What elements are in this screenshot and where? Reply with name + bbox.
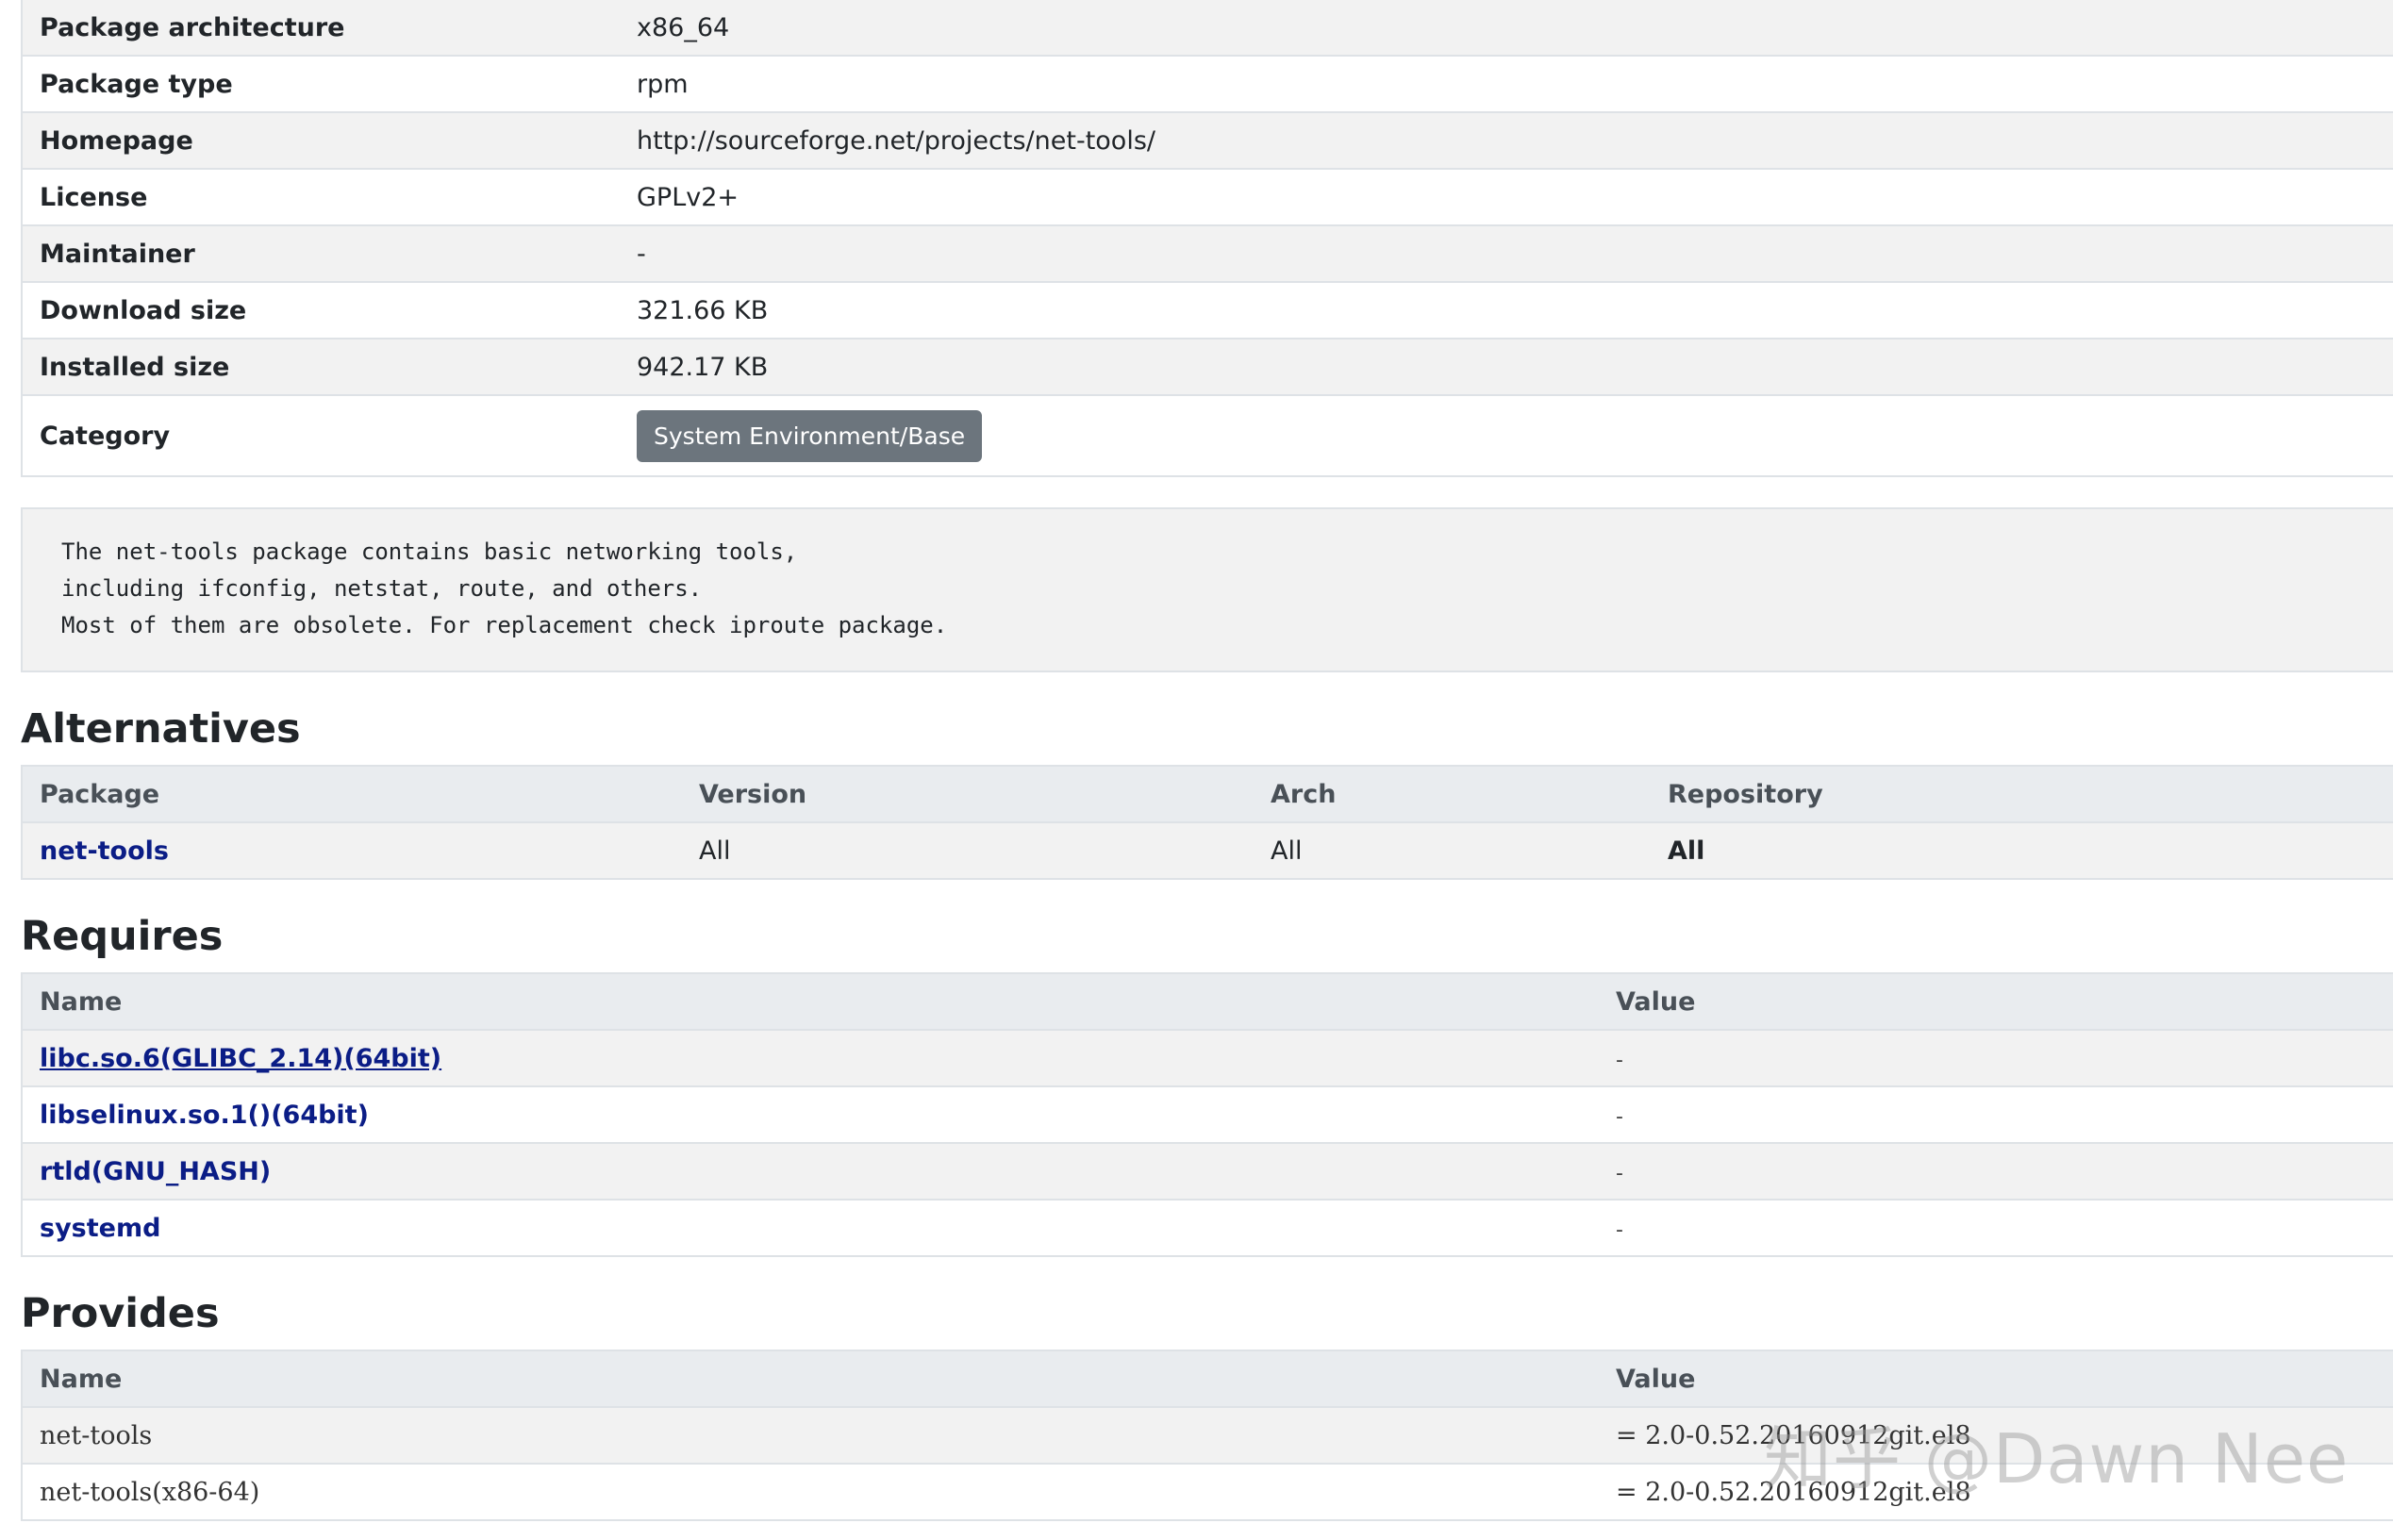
value-text: -: [1616, 1161, 1623, 1185]
column-header: Value: [1599, 972, 2393, 1031]
info-row-maintainer: Maintainer -: [22, 225, 2393, 283]
table-row: systemd -: [22, 1200, 2393, 1257]
provides-table: Name Value net-tools = 2.0-0.52.20160912…: [21, 1350, 2393, 1521]
table-header-row: Name Value: [22, 972, 2393, 1031]
info-key: Category: [22, 395, 620, 477]
info-value: 321.66 KB: [620, 282, 2393, 339]
name-cell: libselinux.so.1()(64bit): [22, 1086, 1599, 1144]
category-badge[interactable]: System Environment/Base: [637, 409, 983, 462]
info-value: -: [620, 225, 2393, 283]
column-header: Name: [22, 1350, 1599, 1408]
version-cell: All: [682, 822, 1254, 880]
table-row: net-tools = 2.0-0.52.20160912git.el8: [22, 1407, 2393, 1465]
provides-heading: Provides: [21, 1290, 220, 1337]
package-cell: net-tools: [22, 822, 682, 880]
info-row-download-size: Download size 321.66 KB: [22, 282, 2393, 339]
name-cell: systemd: [22, 1200, 1599, 1257]
value-cell: -: [1599, 1030, 2393, 1087]
info-key: Maintainer: [22, 225, 620, 283]
name-cell: libc.so.6(GLIBC_2.14)(64bit): [22, 1030, 1599, 1087]
requirement-link[interactable]: rtld(GNU_HASH): [40, 1157, 271, 1186]
info-key: Installed size: [22, 339, 620, 396]
info-value: x86_64: [620, 0, 2393, 57]
package-page: Package architecture x86_64 Package type…: [21, 0, 2393, 1521]
info-row-license: License GPLv2+: [22, 169, 2393, 226]
table-row: net-tools(x86-64) = 2.0-0.52.20160912git…: [22, 1464, 2393, 1521]
name-cell: net-tools: [22, 1407, 1599, 1465]
info-value: 942.17 KB: [620, 339, 2393, 396]
column-header: Version: [682, 765, 1254, 823]
info-key: Download size: [22, 282, 620, 339]
value-text: -: [1616, 1217, 1623, 1242]
package-description: The net-tools package contains basic net…: [21, 507, 2393, 672]
info-key: License: [22, 169, 620, 226]
table-row: libc.so.6(GLIBC_2.14)(64bit) -: [22, 1030, 2393, 1087]
package-link[interactable]: net-tools: [40, 836, 169, 866]
requirement-link[interactable]: libc.so.6(GLIBC_2.14)(64bit): [40, 1044, 441, 1073]
info-row-installed-size: Installed size 942.17 KB: [22, 339, 2393, 396]
requirement-link[interactable]: systemd: [40, 1214, 160, 1243]
info-key: Homepage: [22, 112, 620, 170]
alternatives-table: Package Version Arch Repository net-tool…: [21, 765, 2393, 880]
value-cell: -: [1599, 1086, 2393, 1144]
arch-cell: All: [1254, 822, 1651, 880]
value-cell: = 2.0-0.52.20160912git.el8: [1599, 1464, 2393, 1521]
column-header: Arch: [1254, 765, 1651, 823]
table-header-row: Name Value: [22, 1350, 2393, 1408]
column-header: Value: [1599, 1350, 2393, 1408]
requirement-link[interactable]: libselinux.so.1()(64bit): [40, 1101, 369, 1130]
info-row-homepage: Homepage http://sourceforge.net/projects…: [22, 112, 2393, 170]
value-text: -: [1616, 1104, 1623, 1129]
name-cell: net-tools(x86-64): [22, 1464, 1599, 1521]
table-row: rtld(GNU_HASH) -: [22, 1143, 2393, 1201]
info-row-architecture: Package architecture x86_64: [22, 0, 2393, 57]
info-value: rpm: [620, 56, 2393, 113]
column-header: Repository: [1651, 765, 2393, 823]
table-header-row: Package Version Arch Repository: [22, 765, 2393, 823]
name-cell: rtld(GNU_HASH): [22, 1143, 1599, 1201]
info-key: Package architecture: [22, 0, 620, 57]
category-cell: System Environment/Base: [620, 395, 2393, 477]
info-key: Package type: [22, 56, 620, 113]
table-row: libselinux.so.1()(64bit) -: [22, 1086, 2393, 1144]
info-value: GPLv2+: [620, 169, 2393, 226]
info-row-category: Category System Environment/Base: [22, 395, 2393, 477]
column-header: Package: [22, 765, 682, 823]
column-header: Name: [22, 972, 1599, 1031]
value-cell: -: [1599, 1200, 2393, 1257]
table-row: net-tools All All All: [22, 822, 2393, 880]
repository-cell: All: [1651, 822, 2393, 880]
value-cell: -: [1599, 1143, 2393, 1201]
requires-heading: Requires: [21, 913, 224, 960]
alternatives-heading: Alternatives: [21, 705, 301, 753]
value-text: -: [1616, 1048, 1623, 1072]
homepage-value: http://sourceforge.net/projects/net-tool…: [620, 112, 2393, 170]
requires-table: Name Value libc.so.6(GLIBC_2.14)(64bit) …: [21, 972, 2393, 1257]
value-cell: = 2.0-0.52.20160912git.el8: [1599, 1407, 2393, 1465]
info-row-type: Package type rpm: [22, 56, 2393, 113]
package-info-table: Package architecture x86_64 Package type…: [21, 0, 2393, 477]
